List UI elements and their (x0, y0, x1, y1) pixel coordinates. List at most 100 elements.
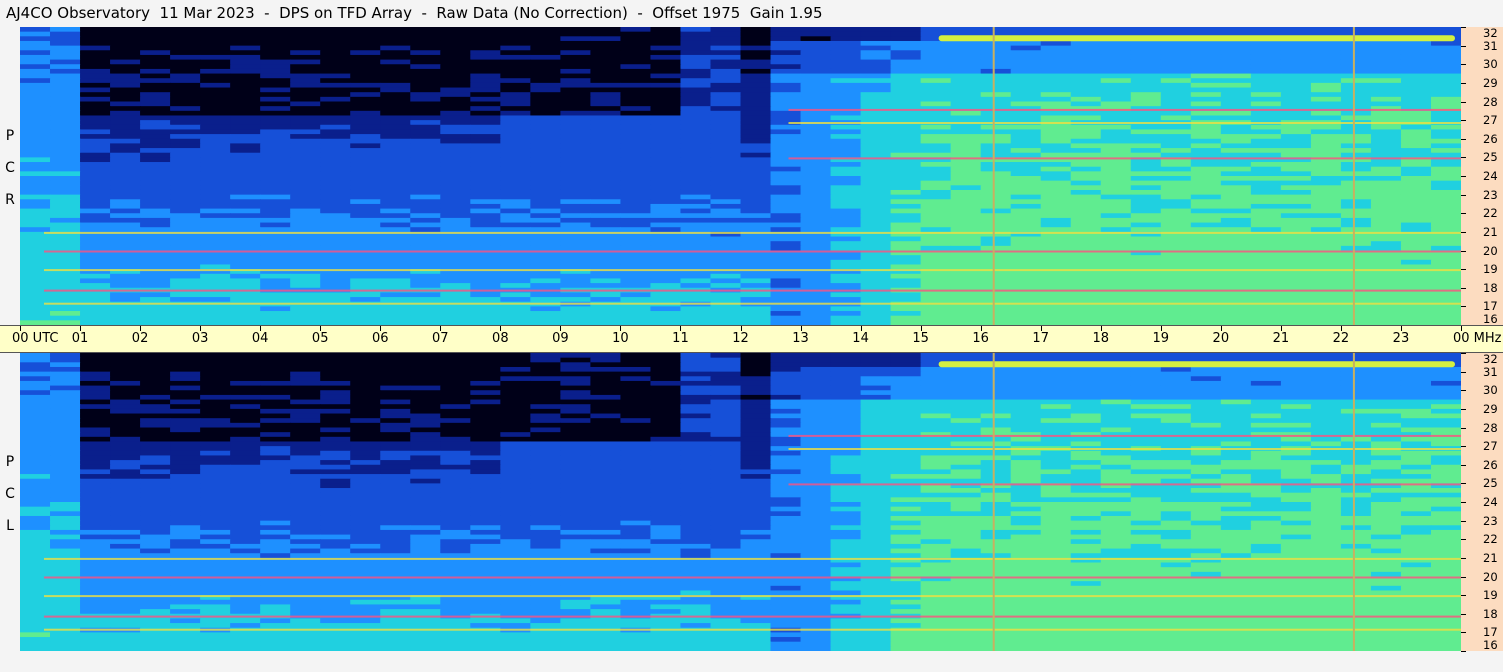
lcp-cell (470, 432, 501, 438)
rcp-cell (1280, 227, 1312, 233)
rcp-cell (200, 143, 231, 149)
lcp-cell (380, 464, 411, 471)
lcp-cell (1370, 502, 1402, 508)
rcp-cell (1190, 283, 1222, 289)
rcp-cell (80, 311, 111, 317)
lcp-cell (170, 525, 201, 531)
rcp-cell (260, 264, 291, 270)
rcp-cell (1160, 203, 1192, 210)
rcp-cell (800, 227, 832, 233)
lcp-cell (710, 534, 742, 540)
rcp-cell (140, 292, 171, 298)
rcp-cell (1070, 264, 1102, 270)
rcp-cell (1040, 50, 1072, 56)
lcp-cell (110, 460, 141, 466)
rcp-cell (1430, 255, 1461, 261)
lcp-cell (1430, 441, 1461, 447)
rcp-cell (530, 40, 561, 47)
rcp-cell (440, 213, 471, 219)
rcp-cell (1340, 217, 1372, 224)
rcp-cell (980, 138, 1012, 145)
rcp-cell (1250, 27, 1282, 33)
rcp-cell (740, 50, 772, 56)
rcp-cell (1310, 217, 1342, 224)
lcp-cell (680, 385, 712, 391)
rcp-cell (560, 278, 591, 284)
lcp-spectrogram[interactable] (20, 353, 1461, 651)
rcp-cell (1430, 73, 1461, 79)
lcp-cell (530, 432, 561, 438)
lcp-cell (170, 488, 201, 494)
lcp-cell (950, 460, 982, 466)
rcp-cell (110, 199, 141, 205)
rcp-cell (830, 36, 862, 42)
rcp-cell (260, 194, 291, 200)
lcp-cell (710, 446, 742, 452)
lcp-cell (1010, 376, 1042, 382)
lcp-cell (1280, 506, 1312, 512)
rcp-cell (410, 185, 441, 191)
lcp-cell (920, 450, 952, 457)
lcp-cell (860, 362, 892, 368)
rcp-cell (230, 213, 261, 219)
rcp-cell (950, 171, 982, 177)
rcp-cell (80, 73, 111, 79)
rcp-cell (710, 255, 742, 261)
rcp-cell (1250, 166, 1282, 172)
rcp-spectrogram[interactable] (20, 27, 1461, 325)
rcp-cell (1220, 54, 1252, 61)
lcp-cell (440, 390, 471, 396)
lcp-cell (50, 436, 81, 443)
rcp-cell (1130, 115, 1162, 121)
lcp-cell (110, 483, 141, 489)
rcp-cell (740, 227, 772, 233)
lcp-cell (50, 497, 81, 503)
lcp-cell (1190, 371, 1222, 377)
rcp-cell (140, 227, 171, 233)
lcp-cell (650, 404, 682, 410)
lcp-cell (410, 413, 441, 419)
rcp-cell (830, 278, 862, 284)
lcp-cell (470, 497, 501, 503)
rcp-cell (830, 259, 862, 266)
rcp-cell (980, 78, 1012, 84)
rcp-cell (260, 241, 291, 247)
rcp-cell (110, 143, 141, 149)
lcp-cell (290, 390, 321, 396)
rcp-cell (1400, 278, 1432, 284)
rcp-cell (1160, 227, 1192, 233)
rcp-cell (590, 208, 622, 214)
rcp-cell (350, 73, 381, 79)
rcp-cell (590, 129, 622, 135)
lcp-cell (1400, 353, 1432, 359)
rcp-cell (950, 176, 982, 182)
rcp-cell (1100, 82, 1132, 89)
rcp-cell (620, 110, 652, 117)
rcp-cell (650, 227, 682, 233)
rcp-cell (1190, 152, 1222, 158)
rcp-cell (110, 92, 141, 98)
lcp-cell (200, 478, 231, 484)
rcp-cell (260, 143, 291, 149)
lcp-cell (740, 446, 772, 452)
lcp-cell (680, 506, 712, 512)
rcp-cell (530, 199, 561, 205)
rcp-cell (1280, 245, 1312, 252)
rcp-cell (950, 148, 982, 154)
rcp-cell (260, 255, 291, 261)
rcp-cell (560, 162, 591, 168)
rcp-cell (500, 306, 531, 312)
rcp-cell (1370, 73, 1402, 79)
rcp-cell (230, 96, 261, 103)
rcp-cell (200, 78, 231, 84)
rcp-cell (170, 45, 201, 51)
rcp-cell (1160, 185, 1192, 191)
rcp-cell (20, 273, 51, 280)
lcp-cell (650, 515, 682, 522)
lcp-cell (920, 515, 952, 522)
lcp-cell (710, 441, 742, 447)
rcp-cell (1430, 194, 1461, 200)
rcp-cell (170, 199, 201, 205)
rcp-cell (980, 222, 1012, 228)
rcp-cell (80, 236, 111, 242)
